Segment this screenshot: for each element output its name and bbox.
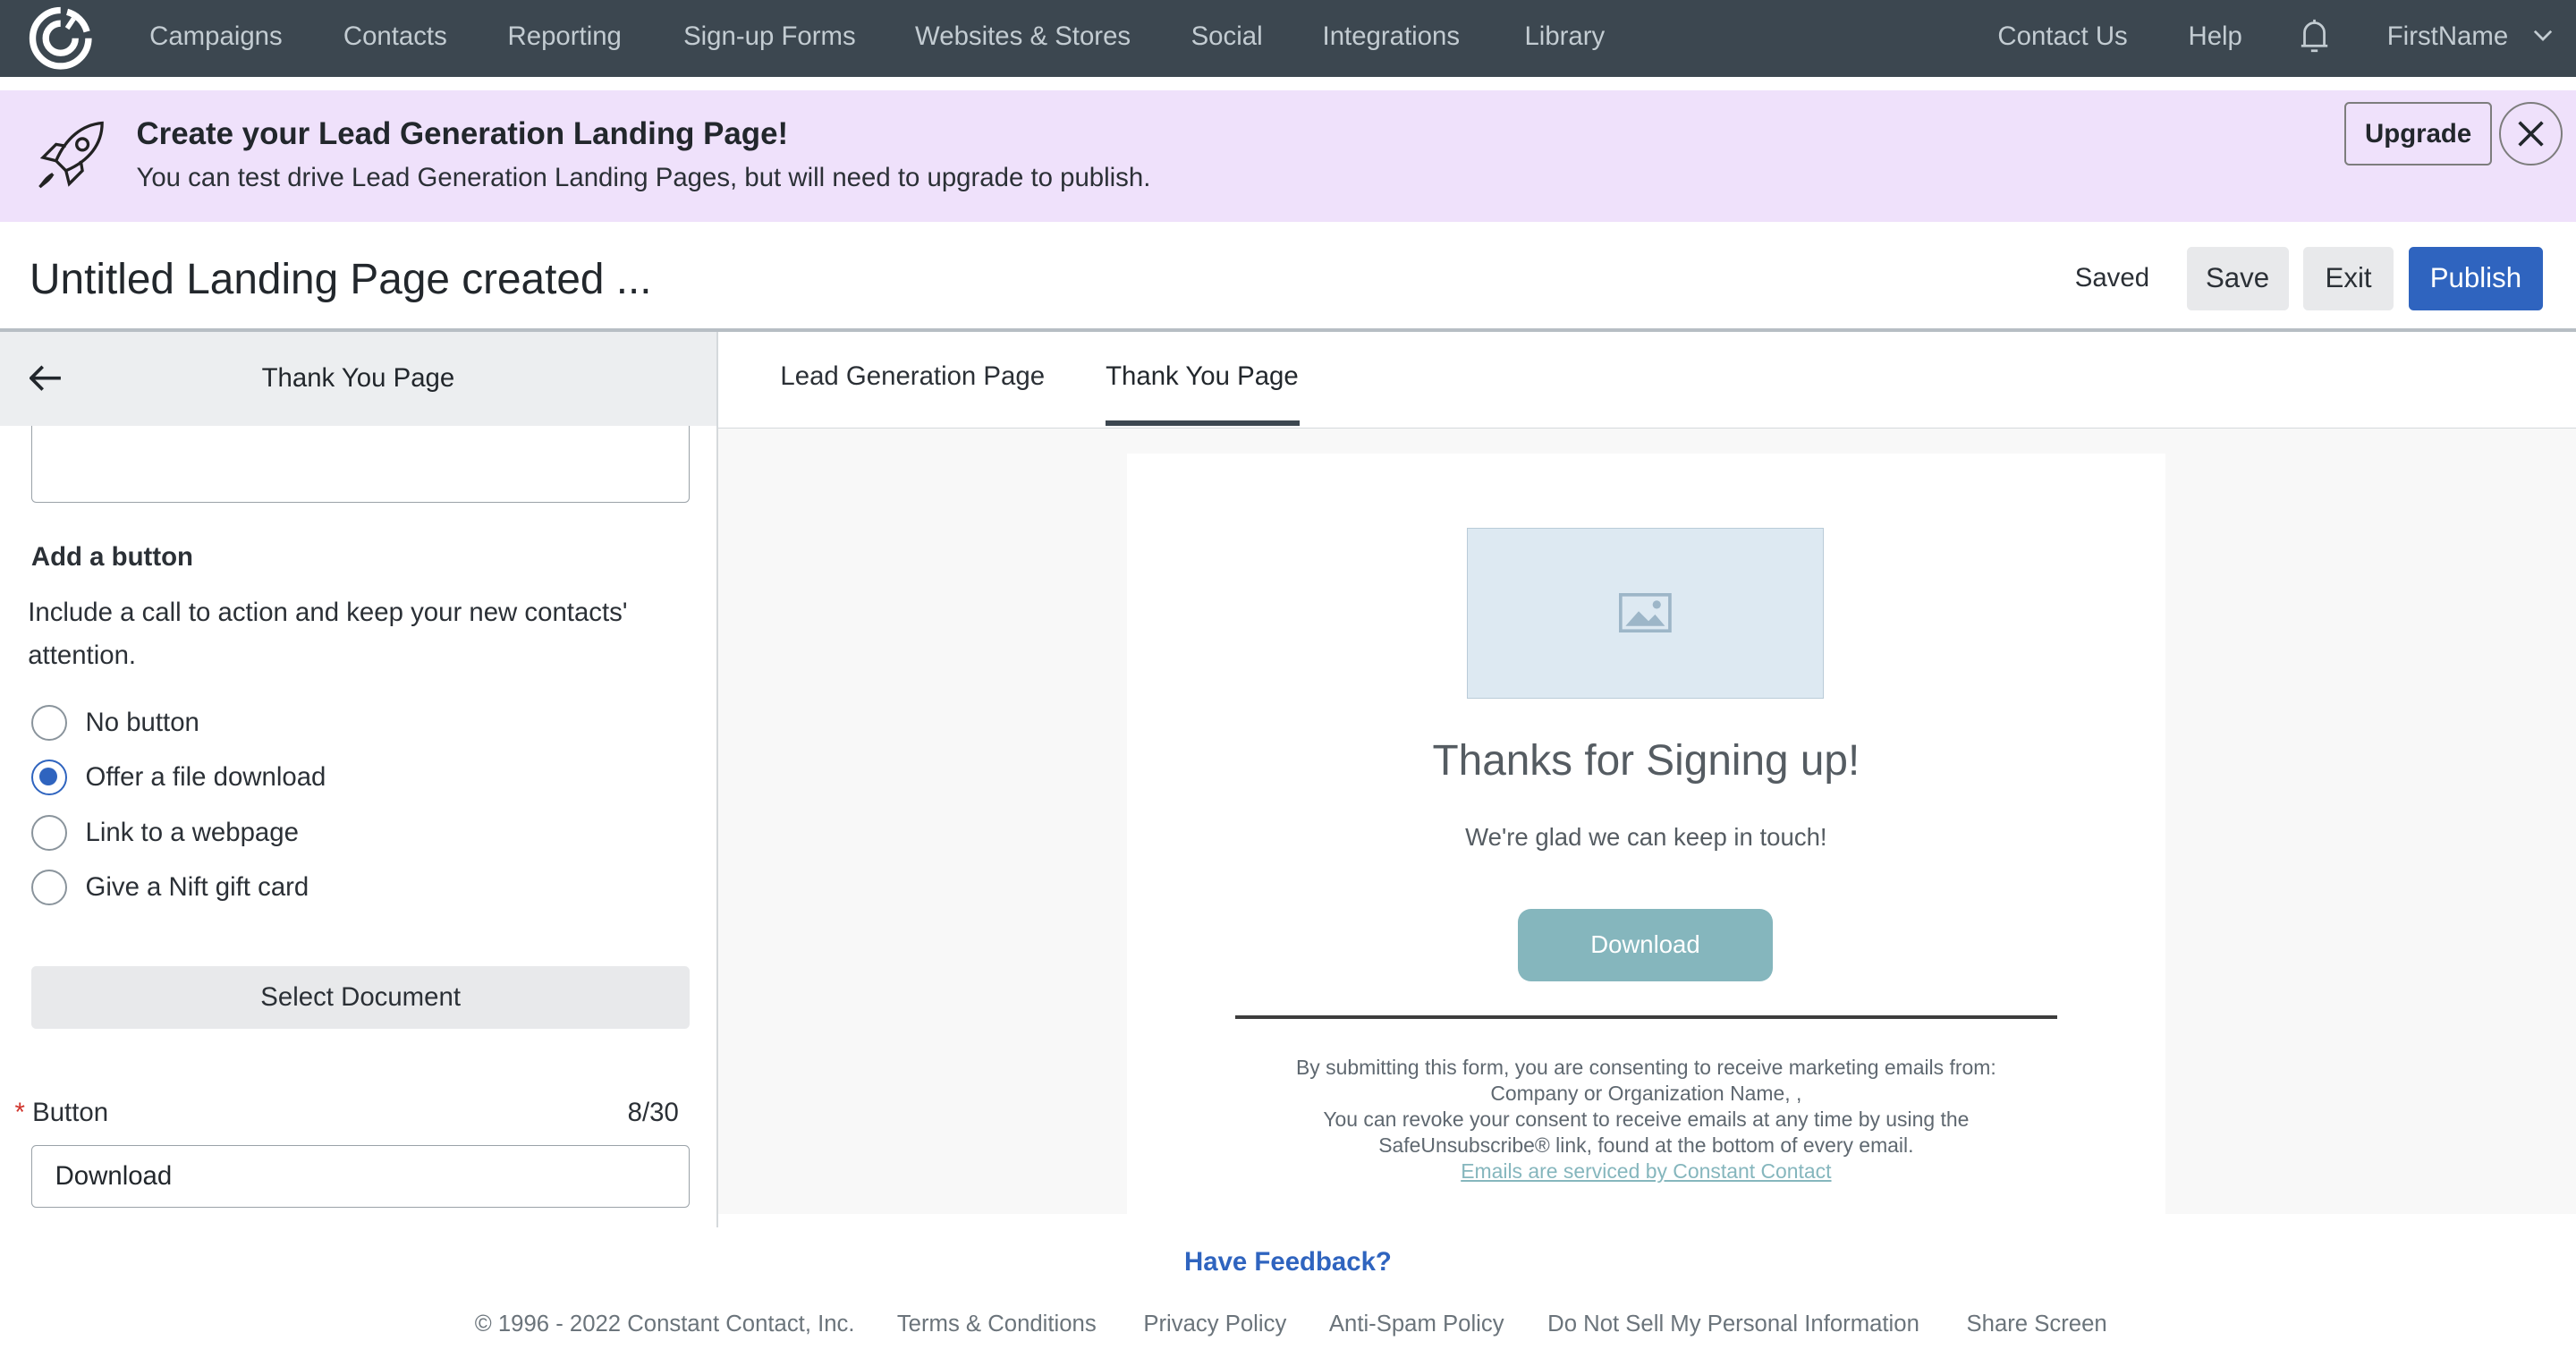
panel-header: Thank You Page xyxy=(0,332,716,426)
text-area[interactable] xyxy=(30,425,691,504)
copyright: © 1996 - 2022 Constant Contact, Inc. xyxy=(474,1311,855,1337)
radio-circle[interactable] xyxy=(30,869,68,906)
nav-campaigns[interactable]: Campaigns xyxy=(149,21,283,52)
nav-websites-stores[interactable]: Websites & Stores xyxy=(915,21,1131,52)
constant-contact-link[interactable]: Emails are serviced by Constant Contact xyxy=(1127,1159,2165,1184)
thanks-heading: Thanks for Signing up! xyxy=(1432,736,1860,785)
image-icon xyxy=(1619,593,1672,633)
active-tab-indicator xyxy=(1106,420,1300,426)
legal-line: Company or Organization Name, , xyxy=(1490,1082,1802,1105)
radio-label: Give a Nift gift card xyxy=(85,871,309,902)
nav-social[interactable]: Social xyxy=(1191,21,1263,52)
nav-contact-us[interactable]: Contact Us xyxy=(1997,21,2127,52)
radio-label: Offer a file download xyxy=(85,761,326,792)
section-description: Include a call to action and keep your n… xyxy=(28,598,628,670)
tab-lead-generation-page[interactable]: Lead Generation Page xyxy=(780,361,1045,392)
exit-button[interactable]: Exit xyxy=(2303,246,2394,311)
nav-contacts[interactable]: Contacts xyxy=(343,21,447,52)
nav-help[interactable]: Help xyxy=(2188,21,2241,52)
close-icon xyxy=(2518,121,2544,147)
radio-link-webpage[interactable]: Link to a webpage xyxy=(30,815,299,852)
image-placeholder[interactable] xyxy=(1467,527,1824,699)
save-status: Saved xyxy=(2074,262,2150,293)
radio-file-download[interactable]: Offer a file download xyxy=(30,759,326,795)
close-banner-button[interactable] xyxy=(2498,101,2563,166)
radio-nift-gift-card[interactable]: Give a Nift gift card xyxy=(30,869,309,906)
footer-privacy-link[interactable]: Privacy Policy xyxy=(1143,1311,1286,1337)
feedback-link[interactable]: Have Feedback? xyxy=(0,1247,2576,1277)
select-document-button[interactable]: Select Document xyxy=(30,965,691,1029)
page-title: Untitled Landing Page created ... xyxy=(30,255,652,303)
radio-label: Link to a webpage xyxy=(85,818,299,848)
button-label-text: Button xyxy=(32,1097,109,1127)
footer-share-screen-link[interactable]: Share Screen xyxy=(1967,1311,2107,1337)
chevron-down-icon[interactable] xyxy=(2533,30,2553,43)
legal-divider xyxy=(1235,1015,2057,1019)
legal-line: You can revoke your consent to receive e… xyxy=(1323,1107,1970,1131)
button-text-input[interactable] xyxy=(30,1145,691,1208)
nav-library[interactable]: Library xyxy=(1524,21,1605,52)
footer-terms-link[interactable]: Terms & Conditions xyxy=(897,1311,1097,1337)
button-field-label: * Button xyxy=(15,1098,109,1128)
radio-no-button[interactable]: No button xyxy=(30,704,199,742)
radio-circle[interactable] xyxy=(30,704,68,742)
radio-circle-selected[interactable] xyxy=(30,759,68,795)
user-menu[interactable]: FirstName xyxy=(2387,21,2508,52)
footer-do-not-sell-link[interactable]: Do Not Sell My Personal Information xyxy=(1547,1311,1919,1337)
upgrade-button[interactable]: Upgrade xyxy=(2343,101,2493,166)
panel-title: Thank You Page xyxy=(261,362,455,393)
thanks-subheading: We're glad we can keep in touch! xyxy=(1465,823,1827,852)
upgrade-banner: Create your Lead Generation Landing Page… xyxy=(0,90,2576,222)
tab-thank-you-page[interactable]: Thank You Page xyxy=(1106,361,1299,392)
legal-line: SafeUnsubscribe® link, found at the bott… xyxy=(1378,1133,1914,1157)
bell-icon[interactable] xyxy=(2300,18,2329,54)
save-button[interactable]: Save xyxy=(2186,246,2289,311)
required-asterisk: * xyxy=(14,1097,25,1127)
footer-antispam-link[interactable]: Anti-Spam Policy xyxy=(1329,1311,1504,1337)
rocket-icon xyxy=(38,121,104,189)
radio-circle[interactable] xyxy=(30,815,68,852)
legal-text: By submitting this form, you are consent… xyxy=(1127,1055,2165,1184)
section-title: Add a button xyxy=(30,542,193,573)
radio-label: No button xyxy=(85,708,199,738)
legal-line: By submitting this form, you are consent… xyxy=(1295,1056,1996,1080)
banner-text: You can test drive Lead Generation Landi… xyxy=(136,162,1151,192)
top-nav: Campaigns Contacts Reporting Sign-up For… xyxy=(0,0,2576,78)
download-button[interactable]: Download xyxy=(1518,908,1773,981)
nav-integrations[interactable]: Integrations xyxy=(1323,21,1461,52)
constant-contact-logo-icon[interactable] xyxy=(28,5,93,71)
banner-title: Create your Lead Generation Landing Page… xyxy=(136,116,789,152)
nav-reporting[interactable]: Reporting xyxy=(508,21,622,52)
char-count: 8/30 xyxy=(627,1097,679,1127)
publish-button[interactable]: Publish xyxy=(2408,246,2544,311)
nav-signup-forms[interactable]: Sign-up Forms xyxy=(683,21,856,52)
